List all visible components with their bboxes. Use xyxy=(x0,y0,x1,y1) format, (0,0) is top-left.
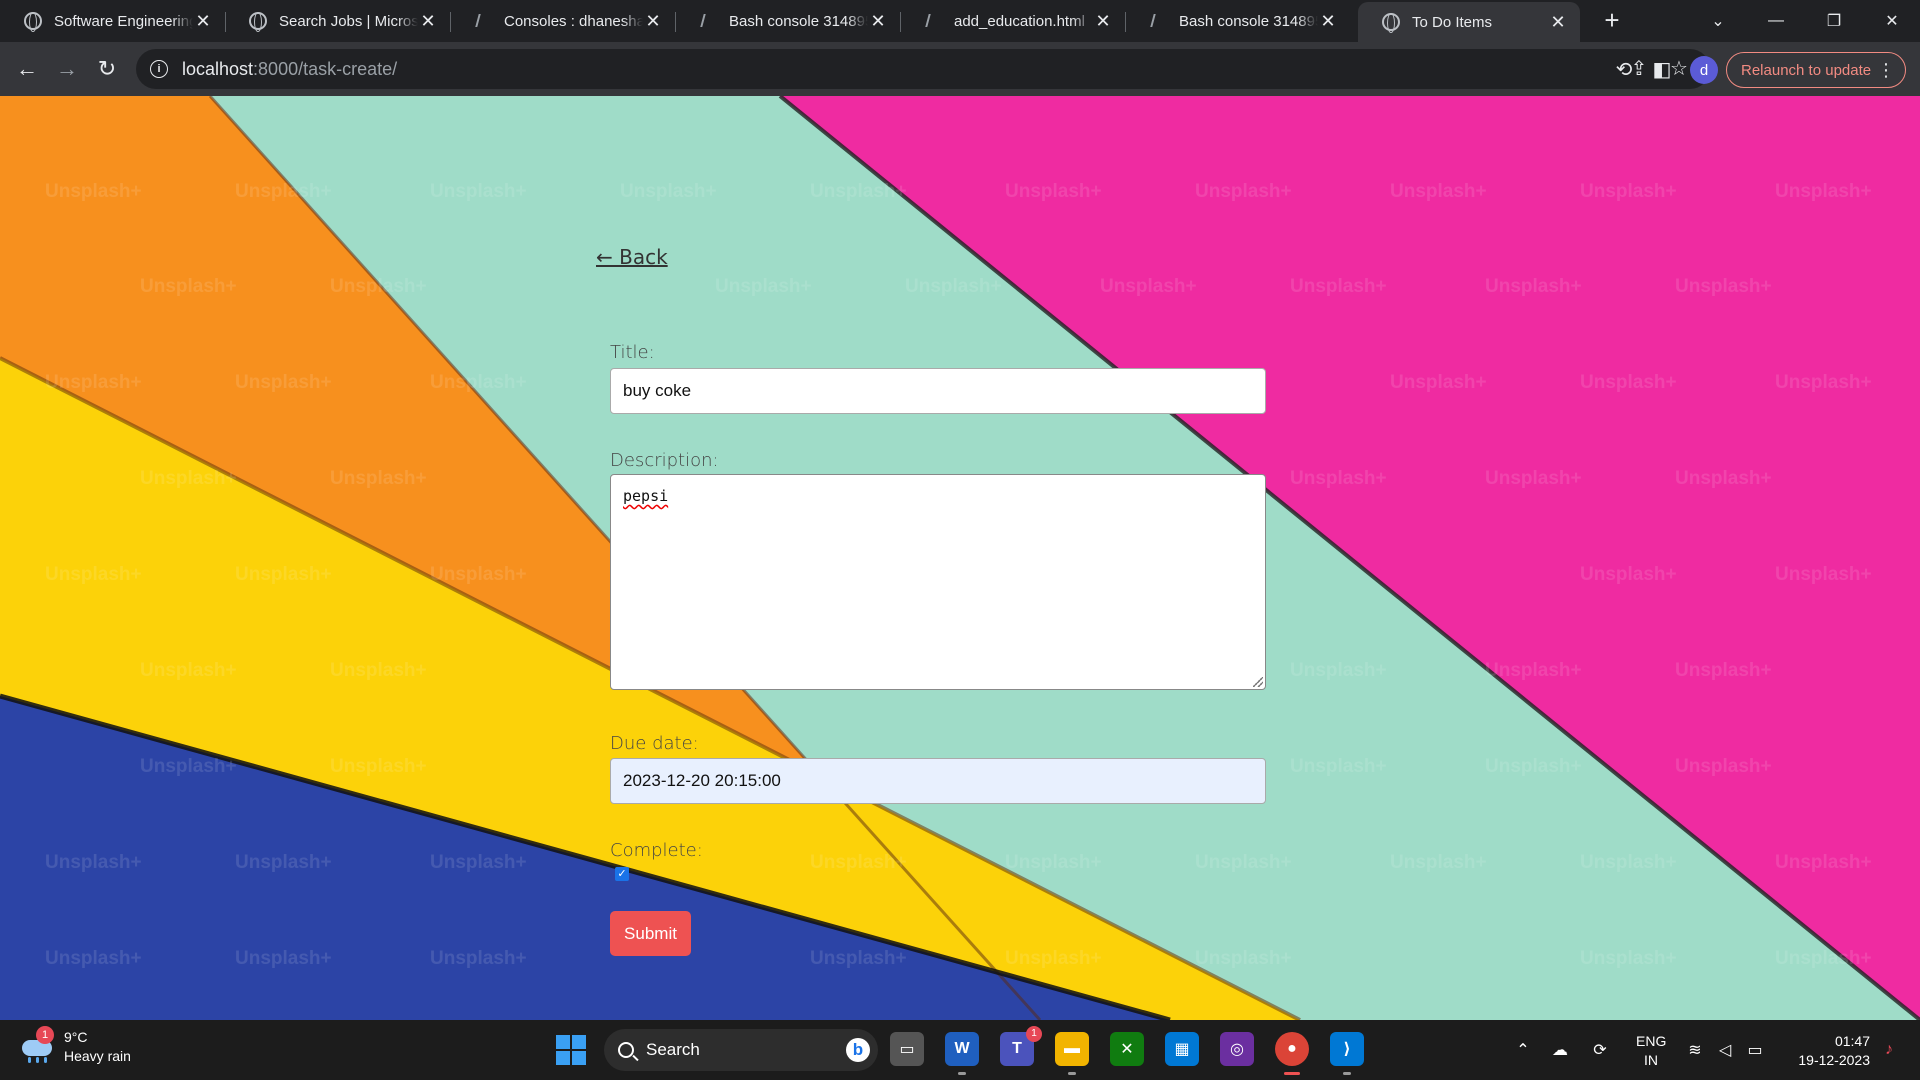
url-host: localhost xyxy=(182,58,254,79)
pythonanywhere-icon xyxy=(474,12,492,30)
weather-description: Heavy rain xyxy=(64,1048,131,1064)
rain-cloud-icon: 1 xyxy=(20,1026,54,1064)
back-link[interactable]: ← Back xyxy=(596,245,668,269)
volume-icon[interactable]: ◁ xyxy=(1712,1020,1738,1080)
browser-tab-strip: Software Engineering ✕ Search Jobs | Mic… xyxy=(0,0,1920,42)
complete-label: Complete: xyxy=(610,840,703,861)
restore-button[interactable]: ❐ xyxy=(1806,0,1862,42)
teams-badge: 1 xyxy=(1026,1026,1042,1042)
chrome-icon[interactable]: ● xyxy=(1275,1032,1309,1075)
title-label: Title: xyxy=(610,342,655,363)
close-icon[interactable]: ✕ xyxy=(193,11,213,32)
tab-consoles[interactable]: Consoles : dhaneshal ✕ xyxy=(450,0,675,42)
xbox-icon[interactable]: ✕ xyxy=(1110,1032,1144,1066)
extensions-icon[interactable]: ⟲ xyxy=(1612,58,1636,82)
description-value: pepsi xyxy=(623,487,669,505)
address-bar[interactable]: i localhost:8000/task-create/ ⇪ ☆ xyxy=(136,49,1710,89)
forward-arrow-icon[interactable]: → xyxy=(50,52,84,86)
description-textarea[interactable]: pepsi xyxy=(610,474,1266,690)
clock-time: 01:47 xyxy=(1834,1033,1870,1049)
back-arrow-icon[interactable]: ← xyxy=(10,52,44,86)
search-label: Search xyxy=(646,1040,700,1059)
bing-icon[interactable]: b xyxy=(846,1038,870,1062)
language-line2: IN xyxy=(1644,1052,1658,1068)
chevron-up-icon[interactable]: ⌃ xyxy=(1508,1020,1538,1080)
clock-date: 19-12-2023 xyxy=(1798,1052,1870,1068)
windows-taskbar: 1 9°C Heavy rain Search b ▭ W T1 ▬ ✕ ▦ ◎… xyxy=(0,1020,1920,1080)
media-app-icon[interactable]: ◎ xyxy=(1220,1032,1254,1066)
close-icon[interactable]: ✕ xyxy=(1548,12,1568,33)
task-create-form: ← Back Title: buy coke Description: peps… xyxy=(0,96,1920,1020)
tab-title: Bash console 314895 xyxy=(729,12,868,30)
tab-title: To Do Items xyxy=(1412,13,1493,31)
more-menu-icon[interactable]: ⋮ xyxy=(1877,61,1895,79)
search-icon xyxy=(618,1042,634,1058)
relaunch-label: Relaunch to update xyxy=(1741,61,1872,79)
minimize-button[interactable]: — xyxy=(1748,0,1804,42)
task-view-icon[interactable]: ▭ xyxy=(890,1032,924,1066)
tab-bash-console-1[interactable]: Bash console 314895 ✕ xyxy=(675,0,900,42)
browser-toolbar: ← → ↻ i localhost:8000/task-create/ ⇪ ☆ … xyxy=(0,42,1920,96)
weather-badge: 1 xyxy=(36,1026,54,1044)
due-date-value: 2023-12-20 20:15:00 xyxy=(623,771,781,790)
language-indicator[interactable]: ENG IN xyxy=(1636,1032,1666,1070)
tab-title: add_education.html xyxy=(954,12,1085,30)
tab-to-do-items[interactable]: To Do Items ✕ xyxy=(1358,2,1580,42)
close-icon[interactable]: ✕ xyxy=(1318,11,1338,32)
word-icon[interactable]: W xyxy=(945,1032,979,1075)
close-icon[interactable]: ✕ xyxy=(1093,11,1113,32)
language-line1: ENG xyxy=(1636,1033,1667,1049)
tab-add-education[interactable]: add_education.html ✕ xyxy=(900,0,1125,42)
teams-icon[interactable]: T1 xyxy=(1000,1026,1042,1066)
tab-search-chevron-icon[interactable]: ⌄ xyxy=(1690,0,1746,42)
site-info-icon[interactable]: i xyxy=(150,60,168,78)
pythonanywhere-icon xyxy=(1149,12,1167,30)
battery-icon[interactable]: ▭ xyxy=(1742,1020,1768,1080)
tab-bash-console-2[interactable]: Bash console 314895 ✕ xyxy=(1125,0,1350,42)
wifi-icon[interactable]: ≋ xyxy=(1682,1020,1708,1080)
relaunch-to-update-button[interactable]: Relaunch to update ⋮ xyxy=(1726,52,1906,88)
microsoft-store-icon[interactable]: ▦ xyxy=(1165,1032,1199,1066)
windows-start-icon[interactable] xyxy=(556,1035,586,1065)
resize-handle[interactable] xyxy=(1253,677,1263,687)
description-label: Description: xyxy=(610,450,719,471)
submit-button[interactable]: Submit xyxy=(610,911,691,956)
tab-title: Software Engineering xyxy=(54,12,193,30)
side-panel-icon[interactable]: ◧ xyxy=(1650,58,1674,82)
pythonanywhere-icon xyxy=(924,12,942,30)
close-icon[interactable]: ✕ xyxy=(418,11,438,32)
weather-temperature: 9°C xyxy=(64,1029,88,1045)
close-icon[interactable]: ✕ xyxy=(868,11,888,32)
notification-bell-icon[interactable]: ♪ xyxy=(1876,1020,1902,1080)
clock[interactable]: 01:47 19-12-2023 xyxy=(1780,1032,1870,1070)
title-input[interactable]: buy coke xyxy=(610,368,1266,414)
close-icon[interactable]: ✕ xyxy=(643,11,663,32)
weather-widget[interactable]: 1 9°C Heavy rain xyxy=(20,1026,131,1066)
globe-icon xyxy=(24,12,42,32)
globe-icon xyxy=(1382,13,1400,33)
tab-title: Consoles : dhaneshal xyxy=(504,12,643,30)
tab-title: Bash console 314895 xyxy=(1179,12,1318,30)
page-viewport: Unsplash+ Unsplash+ Unsplash+ Unsplash+ … xyxy=(0,96,1920,1020)
tab-title: Search Jobs | Microsoft xyxy=(279,12,418,30)
title-value: buy coke xyxy=(623,381,692,400)
vscode-icon[interactable]: ⟩ xyxy=(1330,1032,1364,1075)
sync-icon[interactable]: ⟳ xyxy=(1585,1020,1615,1080)
due-date-label: Due date: xyxy=(610,733,699,754)
globe-icon xyxy=(249,12,267,32)
file-explorer-icon[interactable]: ▬ xyxy=(1055,1032,1089,1075)
taskbar-search-box[interactable]: Search b xyxy=(604,1029,878,1071)
new-tab-button[interactable]: + xyxy=(1598,6,1626,34)
tab-software-engineering[interactable]: Software Engineering ✕ xyxy=(0,0,225,42)
url-path: :8000/task-create/ xyxy=(253,58,398,79)
complete-checkbox[interactable]: ✓ xyxy=(615,867,629,881)
reload-icon[interactable]: ↻ xyxy=(90,52,124,86)
onedrive-icon[interactable]: ☁ xyxy=(1545,1020,1575,1080)
tab-search-jobs[interactable]: Search Jobs | Microsoft ✕ xyxy=(225,0,450,42)
profile-avatar[interactable]: d xyxy=(1690,56,1718,84)
window-close-button[interactable]: ✕ xyxy=(1864,0,1920,42)
due-date-input[interactable]: 2023-12-20 20:15:00 xyxy=(610,758,1266,804)
pythonanywhere-icon xyxy=(699,12,717,30)
